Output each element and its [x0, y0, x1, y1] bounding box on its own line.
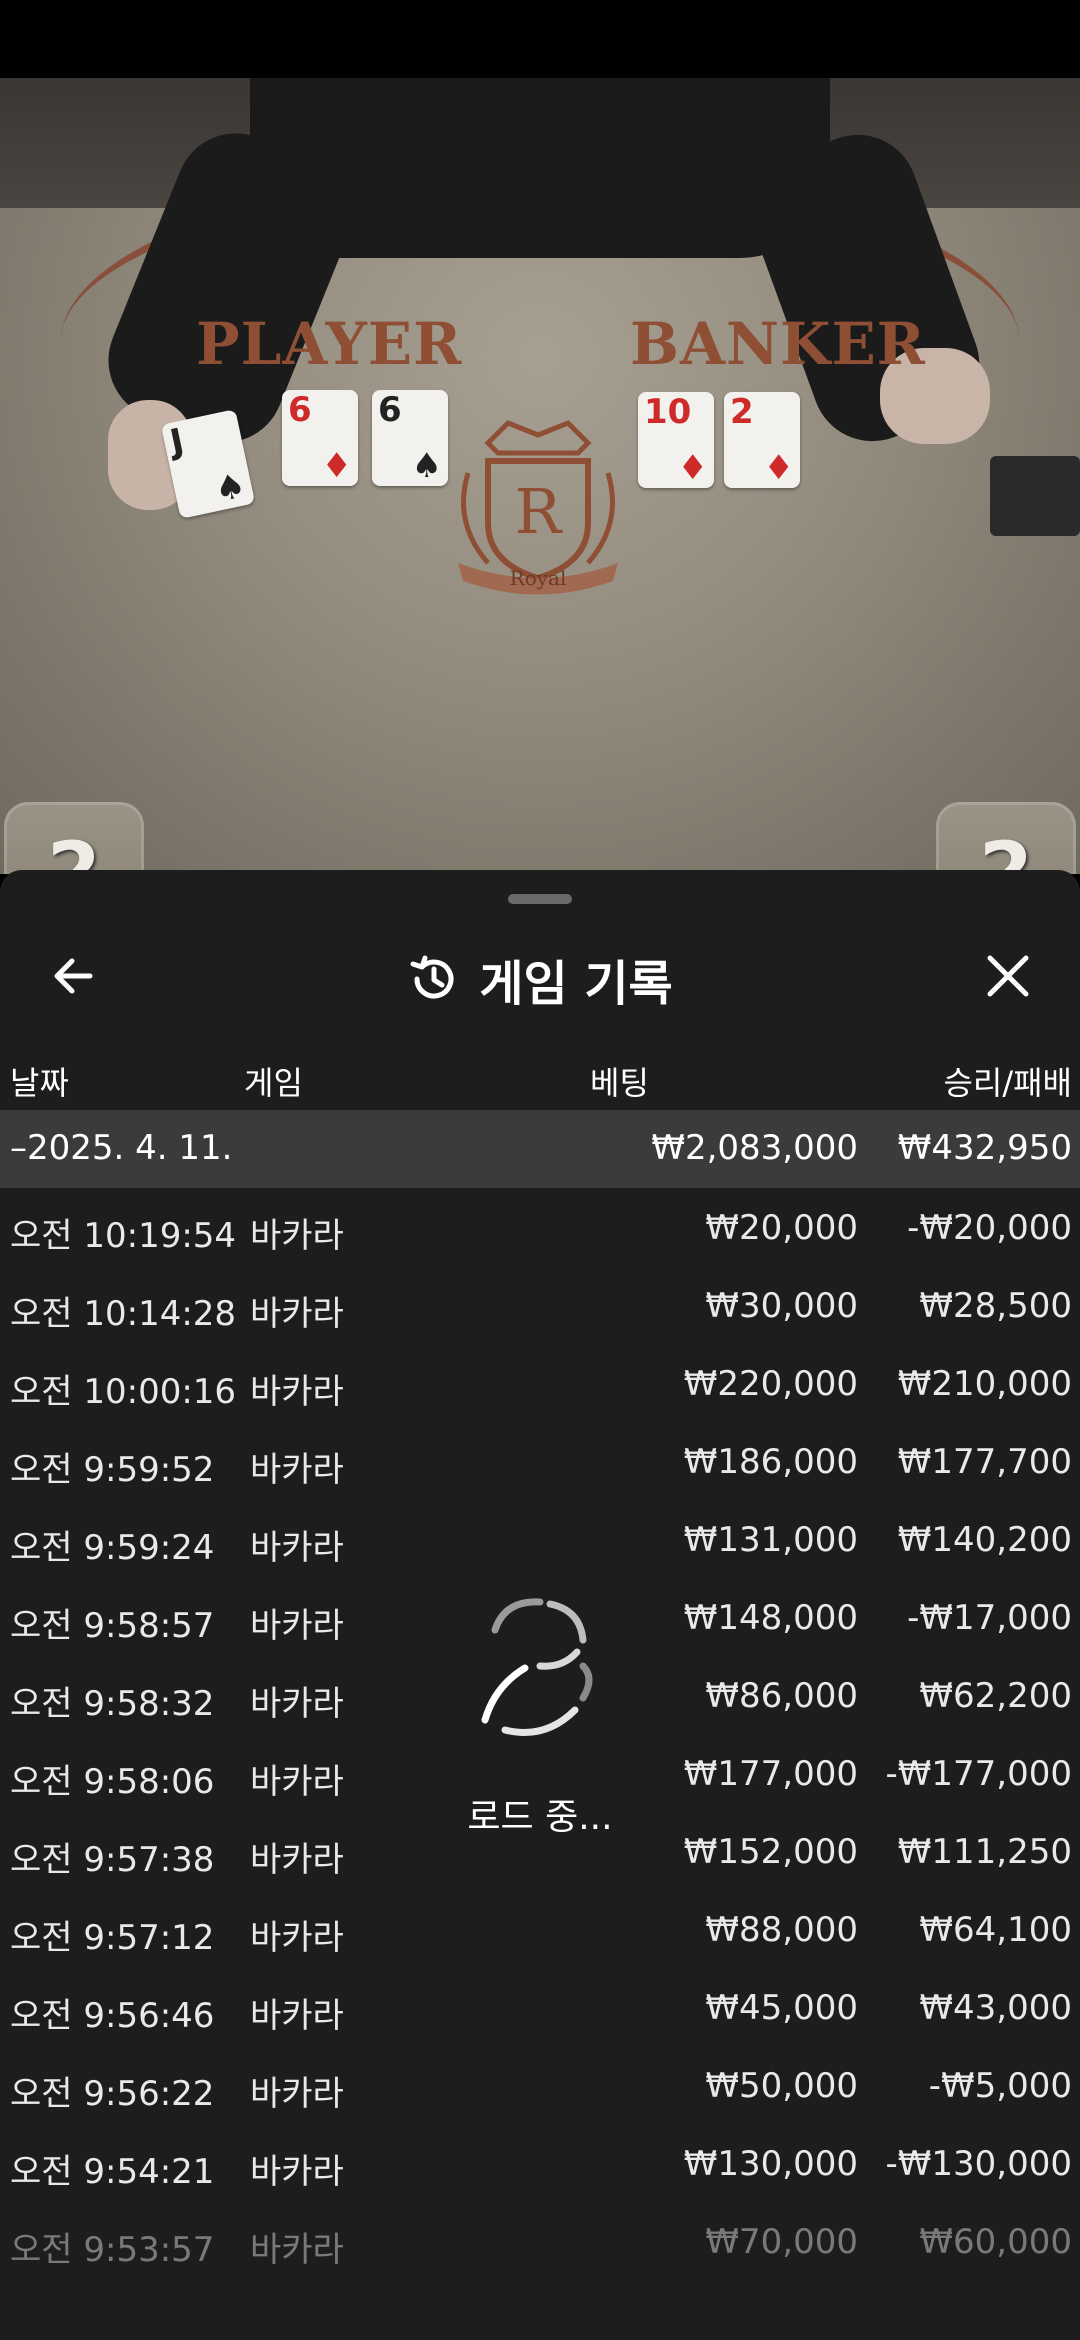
row-bet: ₩88,000: [705, 1910, 858, 1950]
card-rank: 6: [288, 390, 312, 430]
panel-title: 게임 기록: [479, 956, 673, 1012]
row-winloss: ₩43,000: [919, 1988, 1072, 2028]
row-game: 바카라: [250, 1372, 344, 1412]
close-icon[interactable]: [980, 948, 1036, 1004]
card-suit: ♠: [411, 446, 442, 486]
player-label: PLAYER: [196, 310, 463, 378]
history-row[interactable]: 오전 9:56:46 바카라 ₩45,000 ₩43,000: [0, 1968, 1080, 2046]
row-time: 오전 10:14:28: [10, 1294, 237, 1334]
row-game: 바카라: [250, 1528, 344, 1568]
row-game: 바카라: [250, 2152, 344, 2192]
card-rank: 2: [730, 392, 754, 432]
row-winloss: -₩20,000: [907, 1208, 1072, 1248]
row-game: 바카라: [250, 1606, 344, 1646]
row-game: 바카라: [250, 1294, 344, 1334]
date-group-bet-total: ₩2,083,000: [651, 1128, 858, 1168]
banker-score-badge: 2: [936, 802, 1076, 874]
row-time: 오전 9:58:32: [10, 1684, 215, 1724]
live-video-feed: PLAYER BANKER J ♠ 6 ♦ 6 ♠ 10 ♦ 2 ♦ R Roy…: [0, 78, 1080, 874]
banker-card-1: 10 ♦: [638, 392, 714, 488]
crest-letter: R: [515, 475, 564, 548]
row-bet: ₩50,000: [705, 2066, 858, 2106]
row-game: 바카라: [250, 2230, 344, 2270]
card-rank: 10: [644, 392, 692, 432]
player-card-3: 6 ♠: [372, 390, 448, 486]
row-time: 오전 9:56:46: [10, 1996, 215, 2036]
row-winloss: ₩210,000: [897, 1364, 1072, 1404]
panel-header: 게임 기록: [0, 930, 1080, 1022]
row-winloss: ₩62,200: [919, 1676, 1072, 1716]
row-winloss: -₩17,000: [907, 1598, 1072, 1638]
banker-label: BANKER: [630, 310, 926, 378]
row-time: 오전 10:19:54: [10, 1216, 237, 1256]
row-bet: ₩70,000: [705, 2222, 858, 2262]
history-row[interactable]: 오전 9:53:57 바카라 ₩70,000 ₩60,000: [0, 2202, 1080, 2280]
row-game: 바카라: [250, 1918, 344, 1958]
row-winloss: -₩5,000: [928, 2066, 1072, 2106]
row-time: 오전 9:58:57: [10, 1606, 215, 1646]
history-row[interactable]: 오전 10:19:54 바카라 ₩20,000 -₩20,000: [0, 1188, 1080, 1266]
history-row[interactable]: 오전 10:00:16 바카라 ₩220,000 ₩210,000: [0, 1344, 1080, 1422]
row-game: 바카라: [250, 1684, 344, 1724]
card-suit: ♦: [321, 446, 352, 486]
row-time: 오전 9:57:12: [10, 1918, 215, 1958]
row-bet: ₩148,000: [683, 1598, 858, 1638]
player-card-2: 6 ♦: [282, 390, 358, 486]
history-row[interactable]: 오전 9:57:12 바카라 ₩88,000 ₩64,100: [0, 1890, 1080, 1968]
column-bet: 베팅: [590, 1064, 649, 1102]
row-bet: ₩131,000: [683, 1520, 858, 1560]
row-time: 오전 9:59:52: [10, 1450, 215, 1490]
row-bet: ₩45,000: [705, 1988, 858, 2028]
row-time: 오전 10:00:16: [10, 1372, 237, 1412]
title-wrap: 게임 기록: [0, 944, 1080, 1014]
history-row[interactable]: 오전 9:56:22 바카라 ₩50,000 -₩5,000: [0, 2046, 1080, 2124]
row-bet: ₩86,000: [705, 1676, 858, 1716]
row-bet: ₩220,000: [683, 1364, 858, 1404]
column-winloss: 승리/패배: [943, 1064, 1072, 1102]
title-group: 게임 기록: [407, 944, 673, 1014]
date-group-row[interactable]: –2025. 4. 11. ₩2,083,000 ₩432,950: [0, 1110, 1080, 1188]
column-game: 게임: [244, 1064, 303, 1102]
row-bet: ₩186,000: [683, 1442, 858, 1482]
history-row[interactable]: 오전 9:54:21 바카라 ₩130,000 -₩130,000: [0, 2124, 1080, 2202]
row-game: 바카라: [250, 2074, 344, 2114]
row-game: 바카라: [250, 1216, 344, 1256]
row-winloss: ₩60,000: [919, 2222, 1072, 2262]
row-bet: ₩20,000: [705, 1208, 858, 1248]
row-game: 바카라: [250, 1450, 344, 1490]
row-time: 오전 9:53:57: [10, 2230, 215, 2270]
card-rank: J: [166, 421, 188, 463]
row-winloss: ₩28,500: [919, 1286, 1072, 1326]
history-row[interactable]: 오전 10:14:28 바카라 ₩30,000 ₩28,500: [0, 1266, 1080, 1344]
card-suit: ♦: [677, 448, 708, 488]
date-group-label: –2025. 4. 11.: [10, 1128, 233, 1168]
row-game: 바카라: [250, 1996, 344, 2036]
row-time: 오전 9:59:24: [10, 1528, 215, 1568]
column-headers: 날짜 게임 베팅 승리/패배: [0, 1050, 1080, 1110]
royal-crest-logo: R Royal: [458, 420, 618, 595]
card-suit: ♠: [211, 465, 250, 511]
card-shoe: [990, 456, 1080, 536]
row-time: 오전 9:54:21: [10, 2152, 215, 2192]
row-winloss: ₩177,700: [897, 1442, 1072, 1482]
banker-card-2: 2 ♦: [724, 392, 800, 488]
crest-text: Royal: [510, 566, 567, 590]
loading-text: 로드 중...: [467, 1797, 613, 1838]
player-score-badge: 2: [4, 802, 144, 874]
row-bet: ₩130,000: [683, 2144, 858, 2184]
row-winloss: ₩140,200: [897, 1520, 1072, 1560]
history-row[interactable]: 오전 9:59:52 바카라 ₩186,000 ₩177,700: [0, 1422, 1080, 1500]
card-suit: ♦: [763, 448, 794, 488]
row-time: 오전 9:56:22: [10, 2074, 215, 2114]
row-bet: ₩30,000: [705, 1286, 858, 1326]
date-group-winloss-total: ₩432,950: [897, 1128, 1072, 1168]
drag-handle[interactable]: [508, 894, 572, 904]
history-row[interactable]: 오전 9:59:24 바카라 ₩131,000 ₩140,200: [0, 1500, 1080, 1578]
column-date: 날짜: [10, 1064, 69, 1102]
row-winloss: -₩130,000: [885, 2144, 1073, 2184]
row-winloss: ₩64,100: [919, 1910, 1072, 1950]
spinner-icon: [481, 1598, 593, 1736]
card-rank: 6: [378, 390, 402, 430]
history-icon: [410, 955, 454, 999]
